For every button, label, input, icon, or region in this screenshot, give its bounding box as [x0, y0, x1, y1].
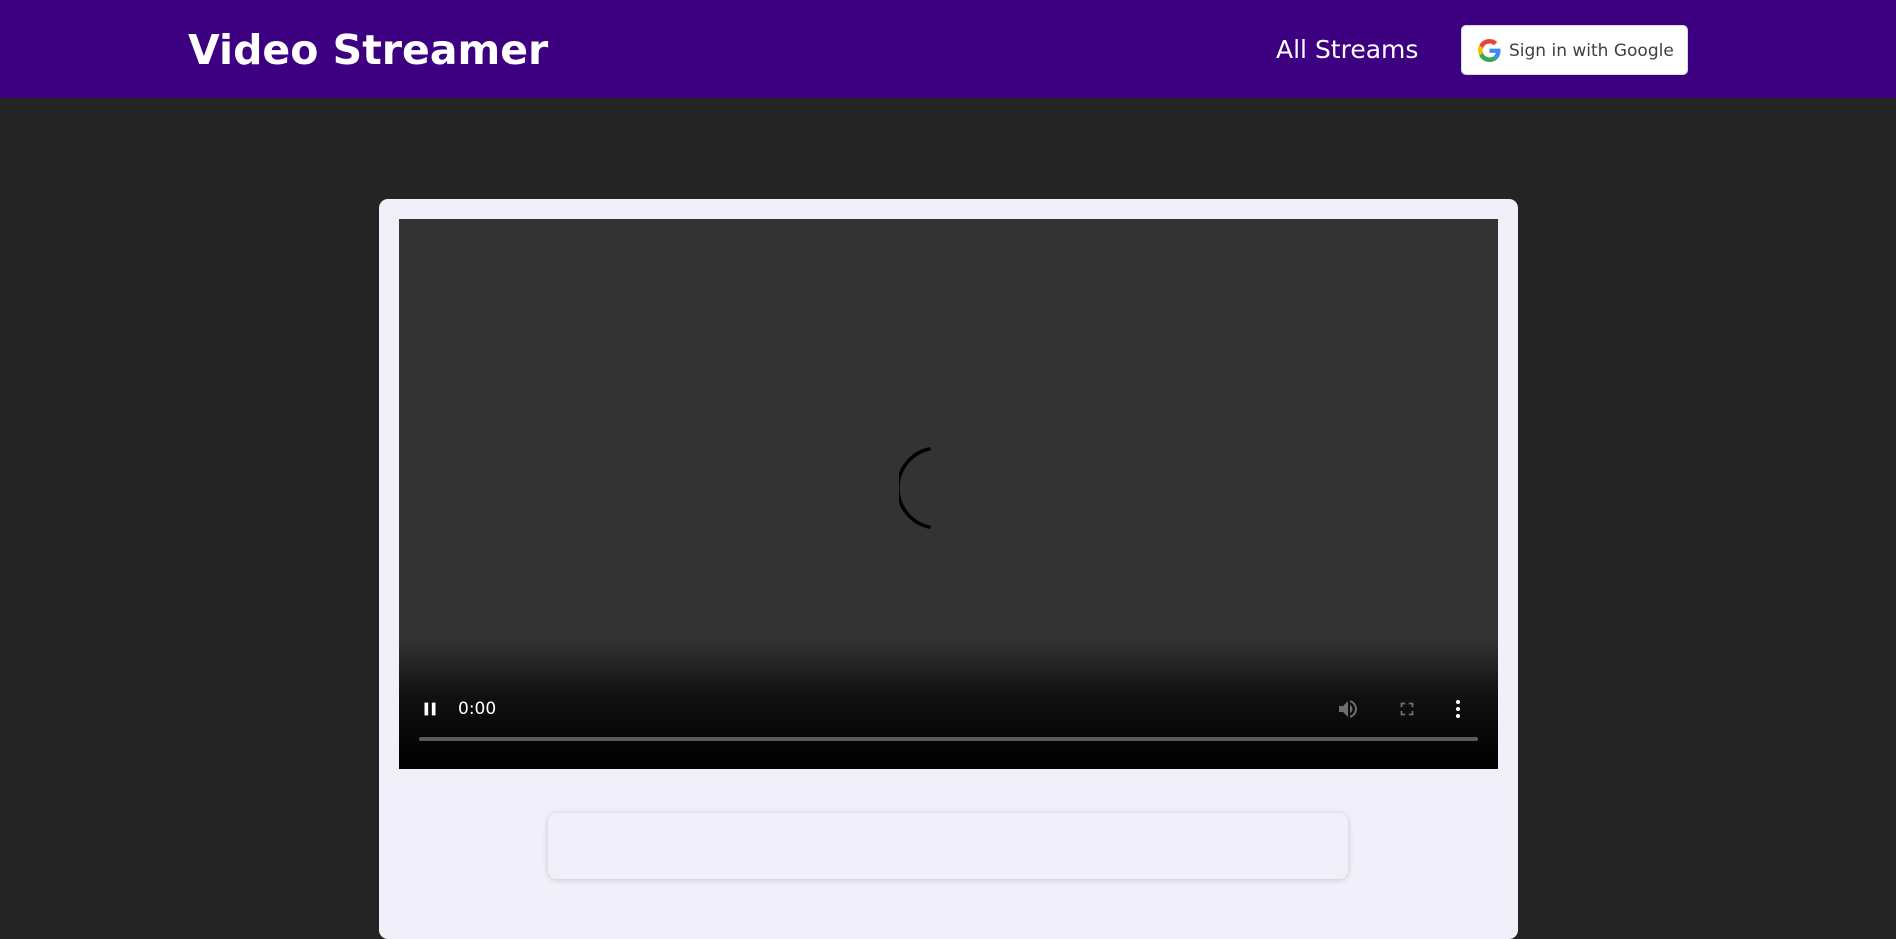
more-options-icon[interactable]	[1446, 697, 1470, 721]
google-signin-label: Sign in with Google	[1509, 41, 1674, 61]
progress-bar[interactable]	[419, 737, 1478, 741]
time-display: 0:00	[458, 699, 497, 719]
brand-title[interactable]: Video Streamer	[188, 22, 548, 78]
all-streams-link[interactable]: All Streams	[1276, 32, 1418, 68]
google-icon	[1478, 39, 1501, 62]
google-signin-button[interactable]: Sign in with Google	[1461, 25, 1688, 75]
video-player[interactable]: 0:00	[399, 219, 1498, 769]
volume-icon[interactable]	[1336, 697, 1360, 721]
navbar: Video Streamer All Streams Sign in with …	[0, 0, 1896, 98]
controls-gradient	[399, 639, 1498, 769]
loading-spinner-icon	[899, 447, 931, 529]
stream-info-panel	[548, 813, 1348, 879]
pause-icon[interactable]	[419, 698, 441, 720]
fullscreen-icon[interactable]	[1396, 698, 1418, 720]
